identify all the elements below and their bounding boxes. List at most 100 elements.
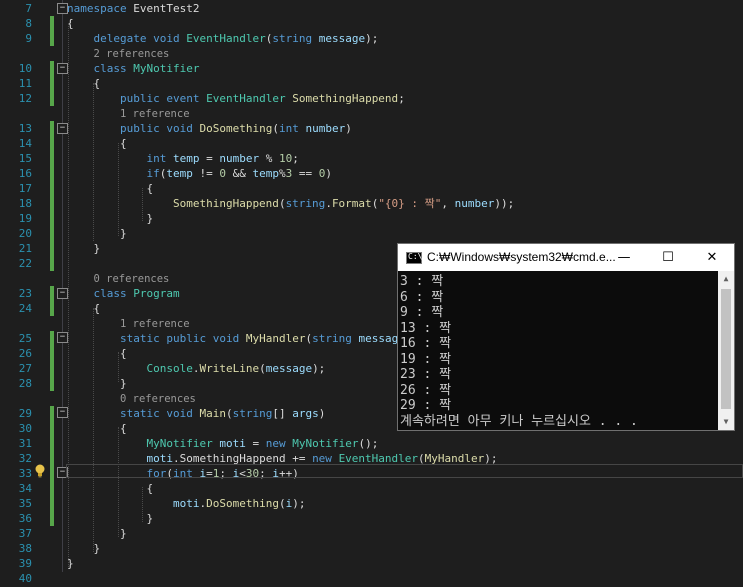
code-text[interactable]: 1 reference (67, 106, 743, 122)
line-number: 10 (18, 62, 32, 75)
code-text[interactable]: } (67, 511, 743, 526)
code-text[interactable]: int temp = number % 10; (67, 151, 743, 166)
change-marker (50, 466, 54, 481)
code-text[interactable]: if(temp != 0 && temp%3 == 0) (67, 166, 743, 181)
collapse-toggle[interactable]: − (57, 3, 68, 14)
collapse-toggle[interactable]: − (57, 288, 68, 299)
code-line[interactable]: 12 public event EventHandler SomethingHa… (0, 91, 743, 106)
change-marker (50, 121, 54, 136)
code-line[interactable]: 31 MyNotifier moti = new MyNotifier(); (0, 436, 743, 451)
code-text[interactable]: public void DoSomething(int number) (67, 121, 743, 136)
code-token: namespace (67, 2, 127, 15)
code-line[interactable]: 17 { (0, 181, 743, 196)
code-text[interactable]: { (67, 136, 743, 151)
code-token: delegate (93, 32, 147, 45)
scroll-down-arrow-icon[interactable]: ▼ (718, 414, 734, 430)
maximize-button[interactable]: ☐ (646, 244, 690, 271)
code-line[interactable]: 14 { (0, 136, 743, 151)
code-lens-row[interactable]: 1 reference (0, 106, 743, 121)
code-lens-references[interactable]: 0 references (94, 273, 170, 285)
code-text[interactable]: } (67, 226, 743, 241)
scrollbar-thumb[interactable] (721, 289, 731, 409)
code-token: ( (259, 362, 266, 375)
code-token: args (292, 407, 319, 420)
code-token: = (245, 437, 266, 450)
code-text[interactable]: } (67, 556, 743, 571)
code-text[interactable]: moti.DoSomething(i); (67, 496, 743, 511)
code-token: == (292, 167, 319, 180)
code-line[interactable]: 20 } (0, 226, 743, 241)
code-line[interactable]: 39} (0, 556, 743, 571)
change-marker (50, 196, 54, 211)
code-text[interactable]: } (67, 526, 743, 541)
close-button[interactable]: ✕ (690, 244, 734, 271)
code-text[interactable]: { (67, 16, 743, 31)
change-marker (50, 181, 54, 196)
code-text[interactable]: 2 references (67, 46, 743, 62)
console-window[interactable]: C:\ C:₩Windows₩system32₩cmd.e... — ☐ ✕ 3… (397, 243, 735, 431)
code-text[interactable]: MyNotifier moti = new MyNotifier(); (67, 436, 743, 451)
code-line[interactable]: 19 } (0, 211, 743, 226)
code-lens-references[interactable]: 0 references (120, 393, 196, 405)
console-output-line: 9 : 짝 (400, 305, 444, 320)
code-text[interactable]: { (67, 481, 743, 496)
code-token: int (278, 122, 299, 135)
code-line[interactable]: 37 } (0, 526, 743, 541)
console-scrollbar[interactable]: ▲ ▼ (718, 271, 734, 430)
change-marker (50, 406, 54, 421)
code-line[interactable]: 16 if(temp != 0 && temp%3 == 0) (0, 166, 743, 181)
code-text[interactable]: delegate void EventHandler(string messag… (67, 31, 743, 46)
code-token: EventTest2 (126, 2, 200, 15)
console-output-line: 29 : 짝 (400, 398, 452, 413)
lightbulb-icon[interactable] (34, 464, 46, 478)
collapse-toggle[interactable]: − (57, 332, 68, 343)
scroll-up-arrow-icon[interactable]: ▲ (718, 271, 734, 287)
code-text[interactable]: { (67, 181, 743, 196)
code-line[interactable]: 7 namespace EventTest2 (0, 1, 743, 16)
code-line[interactable]: 13 public void DoSomething(int number) (0, 121, 743, 136)
change-marker (50, 301, 54, 316)
code-lens-references[interactable]: 1 reference (120, 318, 190, 330)
code-line[interactable]: 9 delegate void EventHandler(string mess… (0, 31, 743, 46)
minimize-button[interactable]: — (602, 244, 646, 271)
code-token: } (67, 542, 101, 555)
code-line[interactable]: 11 { (0, 76, 743, 91)
code-text[interactable]: } (67, 211, 743, 226)
code-line[interactable]: 18 SomethingHappend(string.Format("{0} :… (0, 196, 743, 211)
indent-guide (142, 188, 143, 221)
console-titlebar[interactable]: C:\ C:₩Windows₩system32₩cmd.e... — ☐ ✕ (398, 244, 734, 271)
console-output: 3 : 짝6 : 짝9 : 짝 13 : 짝 16 : 짝 19 : 짝 23 : 짝2… (398, 271, 718, 430)
code-token: { (67, 482, 154, 495)
code-lens-row[interactable]: 2 references (0, 46, 743, 61)
current-line-highlight (66, 464, 743, 478)
code-lens-references[interactable]: 2 references (94, 48, 170, 60)
change-marker (50, 346, 54, 361)
code-line[interactable]: 8{ (0, 16, 743, 31)
code-text[interactable]: namespace EventTest2 (67, 1, 743, 16)
code-text[interactable]: } (67, 541, 743, 556)
code-text[interactable]: public event EventHandler SomethingHappe… (67, 91, 743, 106)
line-number: 12 (18, 92, 32, 105)
code-line[interactable]: 38 } (0, 541, 743, 556)
code-line[interactable]: 34 { (0, 481, 743, 496)
code-line[interactable]: 36 } (0, 511, 743, 526)
code-text[interactable]: class MyNotifier (67, 61, 743, 76)
line-number: 33 (18, 467, 32, 480)
line-number: 16 (18, 167, 32, 180)
code-text[interactable]: { (67, 76, 743, 91)
code-line[interactable]: 40 (0, 571, 743, 586)
code-line[interactable]: 15 int temp = number % 10; (0, 151, 743, 166)
code-token: ); (312, 362, 326, 375)
indent-guide (93, 308, 94, 552)
code-line[interactable]: 35 moti.DoSomething(i); (0, 496, 743, 511)
cmd-icon: C:\ (406, 252, 422, 264)
code-lens-references[interactable]: 1 reference (120, 108, 190, 120)
collapse-toggle[interactable]: − (57, 63, 68, 74)
collapse-toggle[interactable]: − (57, 407, 68, 418)
console-output-line: 13 : 짝 (400, 320, 452, 336)
code-line[interactable]: 10 class MyNotifier (0, 61, 743, 76)
collapse-toggle[interactable]: − (57, 123, 68, 134)
code-token: class (93, 287, 127, 300)
code-text[interactable]: SomethingHappend(string.Format("{0} : 짝"… (67, 196, 743, 211)
